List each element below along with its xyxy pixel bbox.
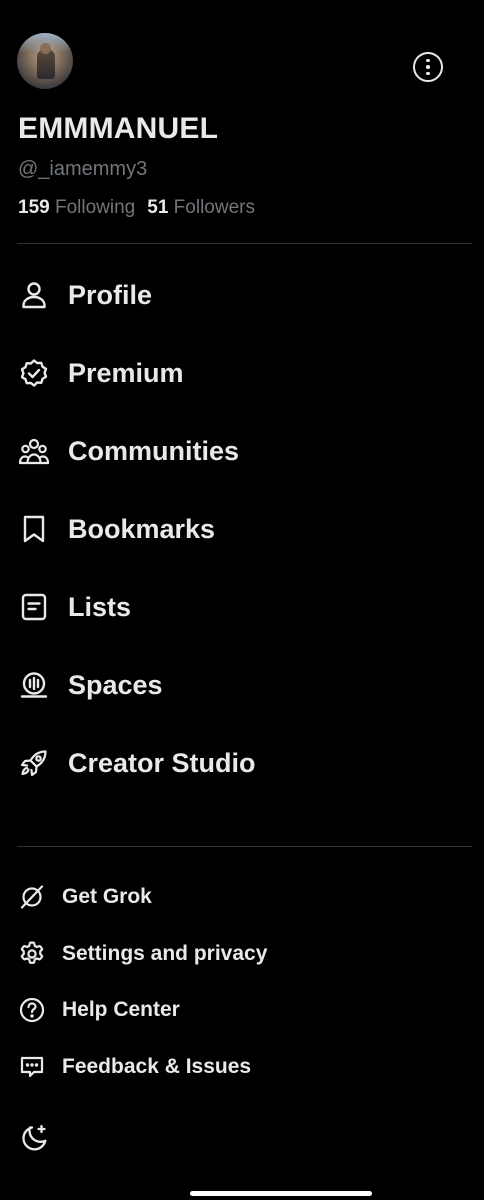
display-name[interactable]: EMMMANUEL (18, 112, 218, 146)
follow-counts: 159 Following 51 Followers (18, 197, 255, 219)
nav-item-bookmarks[interactable]: Bookmarks (0, 490, 484, 568)
more-options-icon[interactable] (413, 52, 443, 82)
nav-item-label: Profile (68, 279, 153, 310)
nav-item-label: Lists (68, 591, 132, 622)
divider (17, 846, 472, 847)
feedback-icon (20, 1056, 44, 1077)
nav-item-communities[interactable]: Communities (0, 412, 484, 490)
menu-item-label: Get Grok (62, 885, 152, 909)
divider (17, 243, 472, 244)
gear-icon (20, 941, 44, 964)
spaces-icon (20, 672, 48, 698)
menu-item-label: Feedback & Issues (62, 1054, 252, 1078)
grok-icon (20, 885, 44, 909)
menu-item-get-grok[interactable]: Get Grok (0, 869, 484, 926)
nav-item-label: Spaces (68, 669, 163, 700)
nav-item-premium[interactable]: Premium (0, 334, 484, 412)
nav-item-label: Premium (68, 357, 184, 388)
followers-link[interactable]: 51 Followers (147, 197, 255, 218)
nav-item-lists[interactable]: Lists (0, 568, 484, 646)
followers-label: Followers (173, 197, 255, 218)
main-nav: Profile Premium Communities Bookmarks Li… (0, 256, 484, 802)
menu-item-help-center[interactable]: Help Center (0, 982, 484, 1039)
menu-item-settings[interactable]: Settings and privacy (0, 926, 484, 983)
home-indicator (190, 1191, 372, 1196)
side-drawer: EMMMANUEL @_iamemmy3 159 Following 51 Fol… (0, 0, 484, 1200)
nav-item-spaces[interactable]: Spaces (0, 646, 484, 724)
following-label: Following (54, 197, 136, 218)
list-icon (21, 593, 47, 621)
verified-badge-icon (20, 359, 48, 387)
help-icon (19, 998, 45, 1023)
menu-item-label: Help Center (62, 998, 180, 1022)
nav-item-label: Creator Studio (68, 747, 256, 778)
menu-item-feedback[interactable]: Feedback & Issues (0, 1039, 484, 1096)
bookmark-icon (23, 515, 45, 543)
following-link[interactable]: 159 Following (18, 197, 135, 218)
rocket-icon (20, 750, 47, 777)
moon-icon[interactable] (18, 1122, 50, 1154)
person-icon (22, 282, 46, 309)
following-count: 159 (18, 197, 50, 218)
secondary-nav: Get Grok Settings and privacy Help Cente… (0, 869, 484, 1095)
communities-icon (18, 438, 50, 465)
menu-item-label: Settings and privacy (62, 941, 268, 965)
nav-item-creator-studio[interactable]: Creator Studio (0, 724, 484, 802)
avatar[interactable] (17, 33, 73, 89)
followers-count: 51 (147, 197, 169, 218)
nav-item-label: Communities (68, 435, 240, 466)
nav-item-profile[interactable]: Profile (0, 256, 484, 334)
nav-item-label: Bookmarks (68, 513, 216, 544)
user-handle: @_iamemmy3 (18, 158, 148, 180)
